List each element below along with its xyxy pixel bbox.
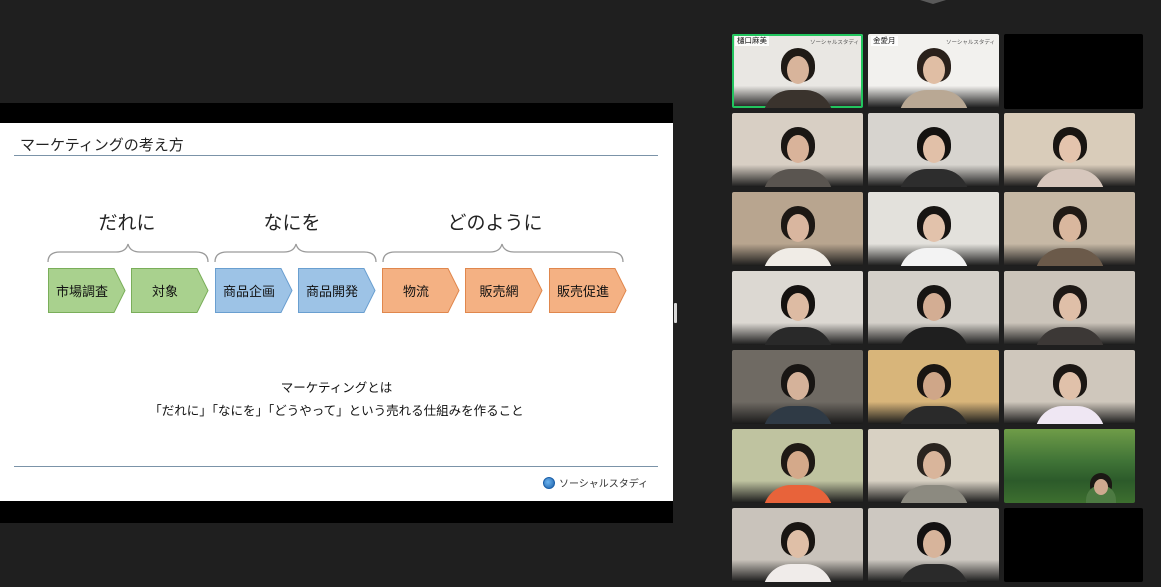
brand-logo: ソーシャルスタディ	[543, 475, 648, 490]
process-step-label: 物流	[402, 285, 429, 300]
participant-face	[1058, 372, 1081, 400]
participant-face	[786, 56, 809, 84]
process-step: 販売促進	[549, 268, 627, 313]
participant-body	[898, 90, 969, 108]
empty-tile	[1004, 508, 1143, 582]
grouping-braces	[47, 243, 624, 263]
participant-video[interactable]	[732, 271, 863, 345]
participant-face	[786, 451, 809, 479]
participant-body	[762, 169, 833, 187]
participant-body	[762, 406, 833, 424]
participant-body	[898, 327, 969, 345]
group-label-how: どのように	[447, 212, 543, 234]
process-step-label: 市場調査	[55, 285, 108, 300]
participant-video[interactable]	[868, 192, 999, 266]
participant-video[interactable]	[868, 508, 999, 582]
participant-face	[1058, 135, 1081, 163]
participant-body	[1034, 406, 1105, 424]
participant-face	[786, 214, 809, 242]
process-step: 販売網	[465, 268, 543, 313]
participant-body	[762, 564, 833, 582]
footer-divider	[14, 466, 658, 467]
participant-video[interactable]	[732, 508, 863, 582]
participant-video[interactable]	[1004, 192, 1135, 266]
participant-video[interactable]	[1004, 350, 1135, 424]
group-label-what: なにを	[263, 212, 321, 234]
participant-video[interactable]	[732, 192, 863, 266]
participant-video[interactable]	[1004, 271, 1135, 345]
title-divider	[14, 155, 658, 156]
caption-line-2: 「だれに」「なにを」「どうやって」という売れる仕組みを作ること	[149, 403, 524, 418]
participant-name: 金愛月	[871, 36, 898, 46]
participant-video[interactable]	[868, 429, 999, 503]
process-step: 対象	[131, 268, 209, 313]
participant-face	[1058, 214, 1081, 242]
panel-splitter-handle[interactable]	[674, 303, 677, 323]
participant-name: 樋口麻美	[735, 36, 769, 46]
participant-face	[922, 451, 945, 479]
process-step-label: 商品開発	[305, 285, 358, 300]
participant-video[interactable]	[868, 350, 999, 424]
process-step-label: 販売促進	[556, 285, 609, 300]
star-icon	[920, 0, 946, 4]
process-step: 市場調査	[48, 268, 126, 313]
participant-face	[786, 372, 809, 400]
virtual-background-logo: ソーシャルスタディ	[809, 40, 859, 46]
participant-video[interactable]	[732, 113, 863, 187]
process-step-label: 販売網	[479, 285, 519, 300]
participant-video[interactable]: 金愛月 ソーシャルスタディ	[868, 34, 999, 108]
process-step: 物流	[382, 268, 460, 313]
participant-face	[1058, 293, 1081, 321]
group-label-who: だれに	[98, 212, 156, 234]
globe-icon	[543, 476, 555, 489]
participant-body	[1034, 327, 1105, 345]
participant-body	[762, 248, 833, 266]
process-step: 商品企画	[215, 268, 293, 313]
participant-body	[762, 485, 833, 503]
participant-face	[922, 372, 945, 400]
participant-body	[898, 248, 969, 266]
participant-video[interactable]	[868, 271, 999, 345]
participant-face	[786, 135, 809, 163]
virtual-background-logo: ソーシャルスタディ	[945, 40, 995, 46]
participant-face	[1093, 479, 1108, 495]
participant-face	[922, 214, 945, 242]
empty-tile	[1004, 34, 1143, 109]
participant-body	[1034, 169, 1105, 187]
caption-line-1: マーケティングとは	[280, 380, 393, 395]
participant-video[interactable]	[1004, 113, 1135, 187]
participant-video[interactable]	[1004, 429, 1135, 503]
participant-face	[786, 530, 809, 558]
participant-video[interactable]	[732, 350, 863, 424]
participant-body	[1034, 248, 1105, 266]
process-step: 商品開発	[298, 268, 376, 313]
participant-body	[898, 485, 969, 503]
process-step-label: 対象	[151, 285, 178, 300]
participant-body	[898, 406, 969, 424]
process-step-label: 商品企画	[222, 285, 275, 300]
participant-face	[922, 56, 945, 84]
slide-title: マーケティングの考え方	[20, 136, 184, 154]
participant-body	[762, 90, 833, 108]
brand-name: ソーシャルスタディ	[559, 479, 649, 490]
participant-body	[898, 169, 969, 187]
participant-face	[786, 293, 809, 321]
participant-face	[922, 135, 945, 163]
participant-body	[762, 327, 833, 345]
participant-body	[898, 564, 969, 582]
participant-face	[922, 530, 945, 558]
participant-video[interactable]	[732, 429, 863, 503]
participant-face	[922, 293, 945, 321]
participant-video[interactable]: 樋口麻美 ソーシャルスタディ	[732, 34, 863, 108]
participant-video[interactable]	[868, 113, 999, 187]
